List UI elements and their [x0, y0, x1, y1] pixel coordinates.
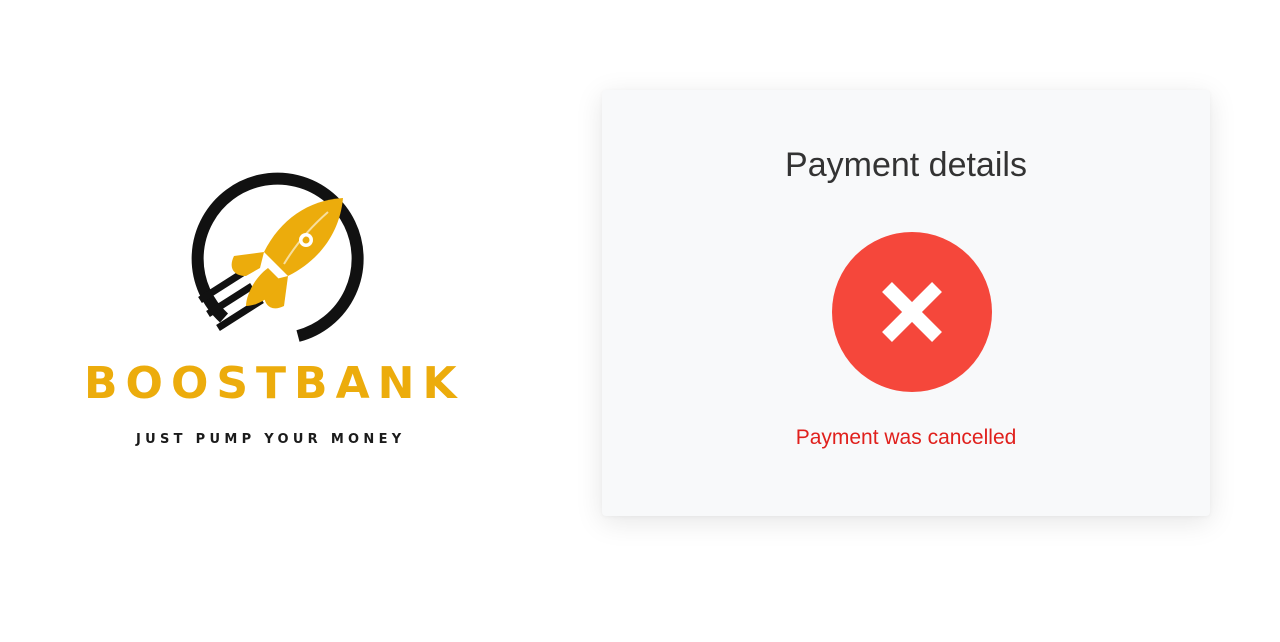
payment-card: Payment details Payment was cancelled — [602, 90, 1210, 516]
brand-logo: BOOSTBANK JUST PUMP YOUR MONEY — [60, 160, 510, 470]
page-title: Payment details — [785, 146, 1027, 184]
brand-name: BOOSTBANK — [84, 358, 465, 409]
brand-tagline: JUST PUMP YOUR MONEY — [136, 432, 406, 447]
status-message: Payment was cancelled — [795, 426, 1017, 449]
rocket-icon — [188, 168, 368, 348]
page: BOOSTBANK JUST PUMP YOUR MONEY Payment d… — [0, 0, 1280, 642]
close-icon — [832, 232, 992, 392]
